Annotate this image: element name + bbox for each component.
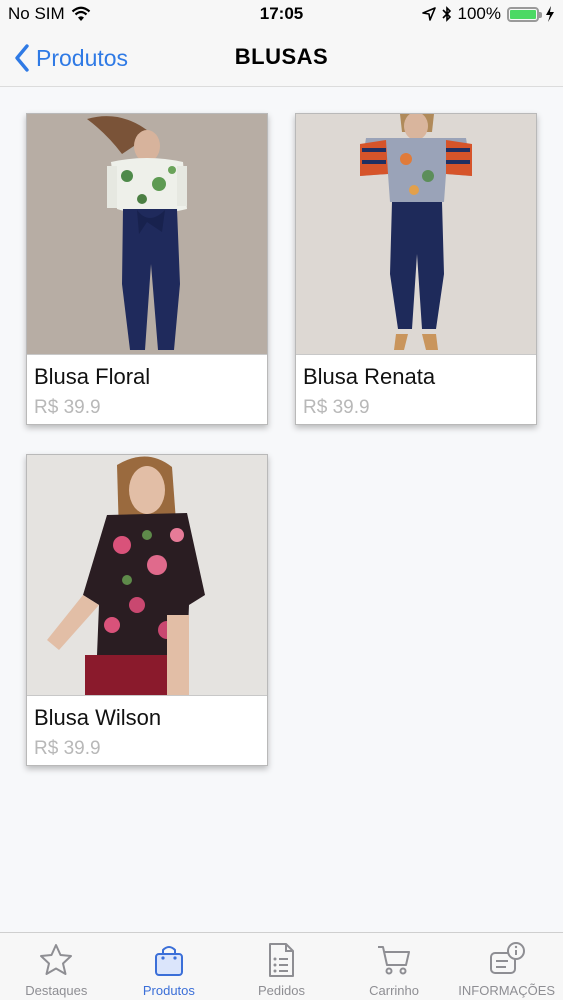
info-message-icon	[489, 942, 525, 974]
tab-label: Pedidos	[257, 983, 305, 998]
tab-pedidos[interactable]: Pedidos	[225, 933, 338, 1000]
tab-informacoes[interactable]: INFORMAÇÕES	[450, 933, 563, 1000]
product-image	[296, 114, 536, 355]
product-photo-renata	[296, 114, 536, 354]
battery-icon	[507, 6, 542, 22]
tab-carrinho[interactable]: Carrinho	[338, 933, 451, 1000]
tab-label: Produtos	[142, 983, 195, 998]
product-card-blusa-floral[interactable]: Blusa Floral R$ 39.9	[26, 113, 268, 425]
tab-label: Destaques	[25, 983, 88, 998]
battery-percent: 100%	[457, 4, 501, 23]
cart-icon	[378, 946, 411, 975]
product-photo-wilson	[27, 455, 267, 695]
tab-bar: Destaques Produtos Pedidos Carrinho INFO…	[0, 932, 563, 1000]
back-button-label: Produtos	[36, 44, 129, 71]
product-card-blusa-wilson[interactable]: Blusa Wilson R$ 39.9	[26, 454, 268, 766]
tab-destaques[interactable]: Destaques	[0, 933, 113, 1000]
document-list-icon	[269, 943, 295, 977]
shopping-bag-icon	[154, 946, 183, 976]
product-card-blusa-renata[interactable]: Blusa Renata R$ 39.9	[295, 113, 537, 425]
battery-level	[510, 9, 536, 19]
product-name: Blusa Renata	[303, 364, 436, 389]
tab-label: INFORMAÇÕES	[458, 983, 556, 998]
status-bar: No SIM 17:05 100%	[0, 0, 563, 30]
product-price: R$ 39.9	[34, 397, 101, 418]
chevron-left-icon	[15, 44, 29, 72]
navigation-bar: Produtos BLUSAS	[0, 30, 563, 87]
product-image	[27, 455, 267, 696]
bluetooth-icon	[441, 6, 451, 22]
product-name: Blusa Floral	[34, 364, 151, 389]
back-button[interactable]: Produtos	[14, 40, 128, 76]
product-price: R$ 39.9	[303, 397, 370, 418]
tab-label: Carrinho	[369, 983, 419, 998]
product-price: R$ 39.9	[34, 738, 101, 759]
product-name: Blusa Wilson	[34, 705, 162, 730]
location-arrow-icon	[421, 7, 436, 21]
star-icon	[40, 944, 73, 975]
status-right: 100%	[421, 4, 555, 24]
tab-produtos[interactable]: Produtos	[113, 933, 226, 1000]
charging-bolt-icon	[546, 6, 554, 22]
status-left: No SIM	[8, 4, 91, 24]
carrier-label: No SIM	[8, 4, 65, 23]
wifi-icon	[71, 6, 90, 21]
product-image	[27, 114, 267, 355]
product-photo-floral	[27, 114, 267, 354]
